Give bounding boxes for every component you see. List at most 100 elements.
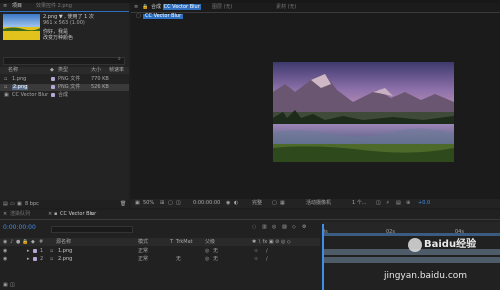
timeline-search-input[interactable] bbox=[51, 226, 133, 233]
exposure-value[interactable]: +0.0 bbox=[418, 201, 430, 206]
project-item-name: CC Vector Blur bbox=[12, 92, 49, 98]
parent-pickwhip-icon[interactable]: ◎ bbox=[205, 257, 209, 262]
label-swatch[interactable] bbox=[51, 77, 55, 81]
baidu-paw-icon bbox=[408, 238, 422, 252]
mask-icon[interactable]: ◫ bbox=[176, 201, 181, 206]
column-source-name[interactable]: 源名称 bbox=[56, 240, 71, 245]
trash-icon[interactable]: 🗑 bbox=[120, 202, 126, 207]
project-item-name: 1.png bbox=[12, 76, 27, 82]
label-swatch[interactable] bbox=[51, 93, 55, 97]
switch-icon[interactable]: ∕ bbox=[266, 257, 268, 262]
project-item-name: 2.png bbox=[12, 84, 29, 90]
panel-menu-icon[interactable]: ≡ bbox=[134, 5, 138, 10]
layer-mode-dropdown[interactable]: 正常 bbox=[138, 257, 148, 262]
grid-icon[interactable]: ⊞ bbox=[160, 201, 164, 206]
layer-name[interactable]: 2.png bbox=[58, 257, 72, 262]
new-folder-icon[interactable]: ▭ bbox=[10, 202, 15, 207]
layer-parent-dropdown[interactable]: 无 bbox=[213, 257, 218, 262]
camera-dropdown[interactable]: 活动摄像机 bbox=[306, 201, 331, 206]
switch-icon[interactable]: ∕ bbox=[266, 249, 268, 254]
views-dropdown[interactable]: 1 个... bbox=[352, 201, 367, 206]
watermark-title: Baidu经验 bbox=[424, 239, 477, 250]
layer-mode-dropdown[interactable]: 正常 bbox=[138, 249, 148, 254]
column-trkmat[interactable]: TrkMat bbox=[176, 240, 193, 245]
panel-close-icon[interactable]: × bbox=[48, 212, 52, 217]
layer-name[interactable]: 1.png bbox=[58, 249, 72, 254]
comp-sub-tab[interactable]: CC Vector Blur bbox=[143, 14, 184, 19]
visibility-eye-icon[interactable]: ◉ bbox=[3, 249, 7, 254]
project-search-input[interactable] bbox=[3, 57, 125, 65]
tab-project[interactable]: 项目 bbox=[12, 4, 22, 9]
magnification-dropdown[interactable]: 50% bbox=[143, 201, 154, 206]
selected-item-dims: 961 x 563 (1.00) bbox=[43, 20, 85, 26]
switch-icon[interactable]: ⊹ bbox=[254, 257, 258, 262]
tab-composition[interactable]: 合成 CC Vector Blur bbox=[151, 4, 201, 10]
region-of-interest-icon[interactable]: ▢ bbox=[272, 201, 277, 206]
composition-viewer-image[interactable] bbox=[273, 62, 454, 162]
lock-icon[interactable]: 🔒 bbox=[142, 5, 148, 10]
panel-close-icon[interactable]: × bbox=[3, 212, 7, 217]
tab-effects-controls[interactable]: 效果控件 2.png bbox=[36, 4, 72, 9]
new-composition-icon[interactable]: ▣ bbox=[17, 202, 22, 207]
layer-trkmat-dropdown[interactable]: 无 bbox=[176, 257, 181, 262]
column-mode[interactable]: 模式 bbox=[138, 240, 148, 245]
timeline-timecode[interactable]: 0:00:00:00 bbox=[3, 225, 36, 231]
layer-label-swatch[interactable] bbox=[33, 257, 37, 261]
graph-editor-icon[interactable]: ▨ bbox=[282, 225, 287, 230]
project-row[interactable]: ▫ 1.png PNG 文件 770 KB bbox=[0, 76, 129, 83]
toggle-switches-icon[interactable]: ▣ bbox=[3, 283, 8, 288]
audio-icon[interactable]: ♪ bbox=[10, 240, 13, 245]
tab-layer[interactable]: 图层 (无) bbox=[212, 5, 233, 10]
column-parent[interactable]: 父级 bbox=[205, 240, 215, 245]
panel-menu-icon[interactable]: ≡ bbox=[3, 4, 11, 10]
expand-arrow-icon[interactable]: ▸ bbox=[27, 257, 30, 262]
column-number[interactable]: # bbox=[39, 240, 43, 245]
lock-column-icon[interactable]: 🔒 bbox=[22, 240, 28, 245]
visibility-eye-icon[interactable]: ◉ bbox=[3, 257, 7, 262]
live-update-icon[interactable]: ⚙ bbox=[302, 225, 306, 230]
always-preview-icon[interactable]: ▣ bbox=[135, 201, 140, 206]
label-swatch[interactable] bbox=[51, 85, 55, 89]
tab-divider bbox=[0, 219, 500, 220]
transparency-grid-icon[interactable]: ▦ bbox=[280, 201, 285, 206]
footage-thumbnail bbox=[3, 14, 40, 40]
project-row[interactable]: ▣ CC Vector Blur 合成 bbox=[0, 92, 129, 99]
project-bpc[interactable]: 8 bpc bbox=[25, 202, 39, 207]
shy-icon[interactable]: ◌ bbox=[252, 225, 256, 230]
tab-menu-icon[interactable]: ≡ bbox=[90, 212, 94, 217]
flowchart-icon[interactable]: ⊕ bbox=[406, 201, 410, 206]
resolution-dropdown[interactable]: 完整 bbox=[252, 201, 262, 206]
comp-nav-icon[interactable]: ▢ bbox=[136, 14, 141, 19]
toggle-modes-icon[interactable]: ◫ bbox=[10, 283, 15, 288]
timeline-icon[interactable]: ▤ bbox=[396, 201, 401, 206]
label-column-icon[interactable]: ◆ bbox=[31, 240, 35, 245]
column-size[interactable]: 大小 bbox=[91, 68, 101, 73]
project-row-selected[interactable]: ▫ 2.png PNG 文件 526 KB bbox=[0, 84, 129, 91]
column-t[interactable]: T bbox=[170, 240, 173, 245]
snapshot-icon[interactable]: ◉ bbox=[226, 201, 230, 206]
column-name[interactable]: 名称 bbox=[8, 68, 18, 73]
tab-footage[interactable]: 素材 (无) bbox=[276, 5, 297, 10]
layer-parent-dropdown[interactable]: 无 bbox=[213, 249, 218, 254]
motion-blur-icon[interactable]: ◎ bbox=[272, 225, 276, 230]
expand-arrow-icon[interactable]: ▸ bbox=[27, 249, 30, 254]
tab-render-queue[interactable]: 渲染队列 bbox=[10, 212, 30, 217]
label-column-icon[interactable]: ◆ bbox=[50, 68, 54, 73]
column-frame-rate[interactable]: 帧速率 bbox=[109, 68, 124, 73]
layout-icon[interactable]: ◫ bbox=[376, 201, 381, 206]
solo-icon[interactable]: ● bbox=[16, 240, 20, 245]
region-icon[interactable]: ▢ bbox=[168, 201, 173, 206]
column-type[interactable]: 类型 bbox=[58, 68, 68, 73]
frame-blend-icon[interactable]: ▥ bbox=[262, 225, 267, 230]
fast-preview-icon[interactable]: ⚡ bbox=[386, 201, 390, 206]
color-channel-icon[interactable]: ◐ bbox=[234, 201, 238, 206]
switch-icon[interactable]: ⊹ bbox=[254, 249, 258, 254]
layer-label-swatch[interactable] bbox=[33, 249, 37, 253]
interpret-footage-icon[interactable]: ▤ bbox=[3, 202, 8, 207]
parent-pickwhip-icon[interactable]: ◎ bbox=[205, 249, 209, 254]
draft-3d-icon[interactable]: ◇ bbox=[292, 225, 296, 230]
search-icon[interactable]: ⌕ bbox=[118, 57, 121, 62]
viewer-timecode[interactable]: 0:00:00:00 bbox=[193, 201, 220, 206]
work-area-bar[interactable] bbox=[324, 233, 500, 236]
av-features-icon[interactable]: ◉ bbox=[3, 240, 7, 245]
